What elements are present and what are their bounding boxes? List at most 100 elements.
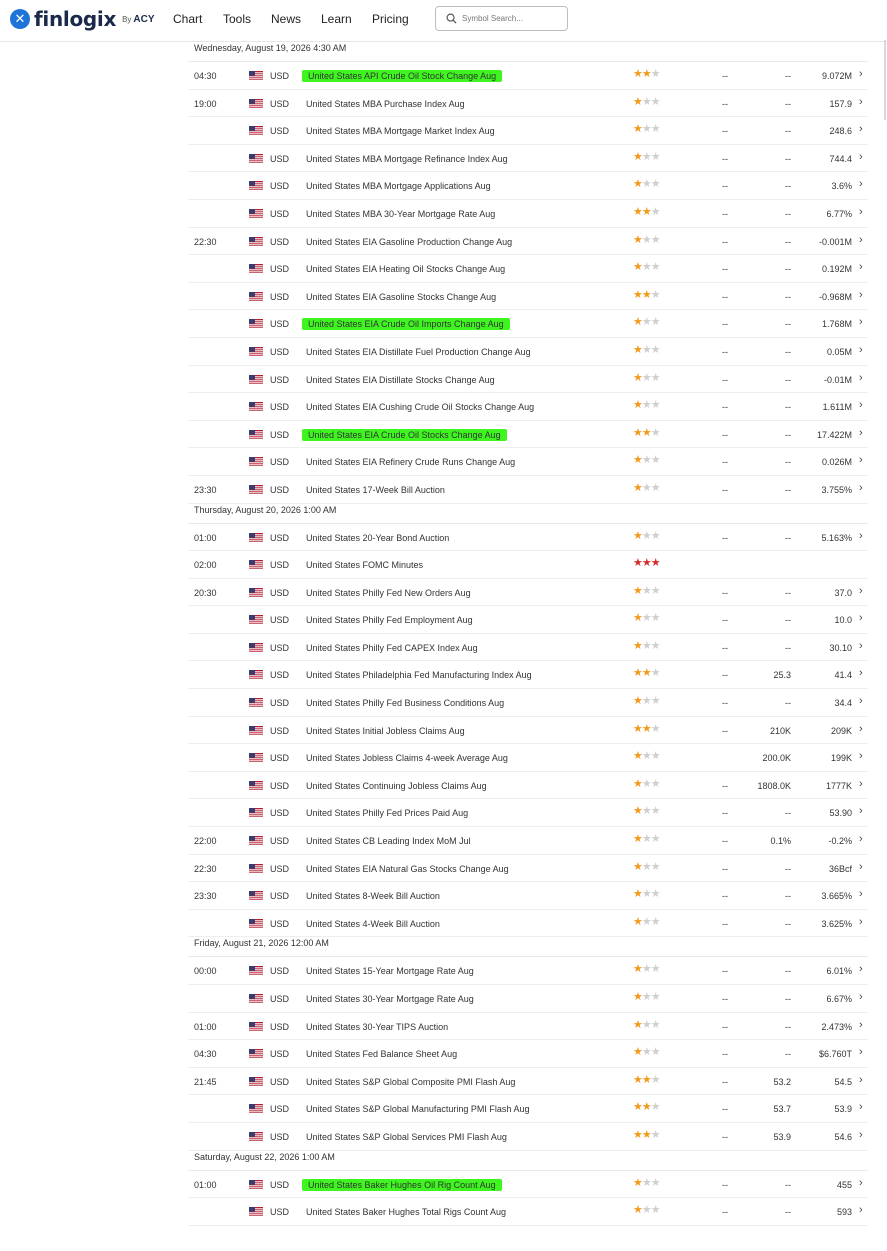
event-row[interactable]: 20:30 USD United States Philly Fed New Ord…: [188, 579, 868, 607]
event-name[interactable]: United States Continuing Jobless Claims …: [306, 780, 487, 792]
chevron-right-icon[interactable]: ›: [859, 530, 863, 542]
event-name[interactable]: United States 30-Year Mortgage Rate Aug: [306, 993, 474, 1005]
event-name[interactable]: United States Philly Fed Prices Paid Aug: [306, 807, 468, 819]
event-name[interactable]: United States 8-Week Bill Auction: [306, 890, 440, 902]
chevron-right-icon[interactable]: ›: [859, 344, 863, 356]
event-row[interactable]: USD United States MBA 30-Year Mortgage Ra…: [188, 200, 868, 228]
event-name[interactable]: United States Baker Hughes Oil Rig Count…: [302, 1178, 502, 1191]
chevron-right-icon[interactable]: ›: [859, 805, 863, 817]
event-name[interactable]: United States EIA Natural Gas Stocks Cha…: [306, 863, 509, 875]
event-name[interactable]: United States Philly Fed New Orders Aug: [306, 587, 471, 599]
event-name[interactable]: United States EIA Crude Oil Stocks Chang…: [302, 428, 507, 441]
event-name[interactable]: United States S&P Global Composite PMI F…: [306, 1076, 515, 1088]
event-row[interactable]: 02:00 USD United States FOMC Minutes ★★★: [188, 551, 868, 579]
chevron-right-icon[interactable]: ›: [859, 861, 863, 873]
chevron-right-icon[interactable]: ›: [859, 206, 863, 218]
event-row[interactable]: 00:00 USD United States 15-Year Mortgage R…: [188, 957, 868, 985]
chevron-right-icon[interactable]: ›: [859, 1074, 863, 1086]
event-name[interactable]: United States EIA Crude Oil Imports Chan…: [302, 318, 510, 331]
event-name[interactable]: United States EIA Refinery Crude Runs Ch…: [306, 456, 515, 468]
event-name[interactable]: United States Initial Jobless Claims Aug: [306, 725, 465, 737]
event-name[interactable]: United States Philadelphia Fed Manufactu…: [306, 669, 532, 681]
event-name[interactable]: United States API Crude Oil Stock Change…: [302, 70, 503, 82]
chevron-right-icon[interactable]: ›: [859, 723, 863, 735]
event-row[interactable]: 01:00 USD United States Baker Hughes Oil R…: [188, 1171, 868, 1199]
event-row[interactable]: 19:00 USD United States MBA Purchase Index…: [188, 90, 868, 118]
chevron-right-icon[interactable]: ›: [859, 454, 863, 466]
chevron-right-icon[interactable]: ›: [859, 427, 863, 439]
chevron-right-icon[interactable]: ›: [859, 991, 863, 1003]
event-row[interactable]: USD United States EIA Gasoline Stocks Cha…: [188, 283, 868, 311]
chevron-right-icon[interactable]: ›: [859, 667, 863, 679]
chevron-right-icon[interactable]: ›: [859, 151, 863, 163]
event-row[interactable]: 04:30 USD United States API Crude Oil Stoc…: [188, 62, 868, 90]
chevron-right-icon[interactable]: ›: [859, 612, 863, 624]
event-row[interactable]: USD United States MBA Mortgage Market Ind…: [188, 117, 868, 145]
chevron-right-icon[interactable]: ›: [859, 833, 863, 845]
event-name[interactable]: United States EIA Gasoline Stocks Change…: [306, 291, 496, 303]
chevron-right-icon[interactable]: ›: [859, 234, 863, 246]
event-name[interactable]: United States FOMC Minutes: [306, 559, 423, 571]
chevron-right-icon[interactable]: ›: [859, 1204, 863, 1216]
event-name[interactable]: United States EIA Distillate Fuel Produc…: [306, 346, 531, 358]
chevron-right-icon[interactable]: ›: [859, 1019, 863, 1031]
event-name[interactable]: United States CB Leading Index MoM Jul: [306, 835, 471, 847]
event-row[interactable]: 22:30 USD United States EIA Gasoline Produ…: [188, 228, 868, 256]
event-row[interactable]: 23:30 USD United States 8-Week Bill Auctio…: [188, 882, 868, 910]
nav-learn[interactable]: Learn: [321, 12, 352, 26]
event-name[interactable]: United States Baker Hughes Total Rigs Co…: [306, 1206, 506, 1218]
event-name[interactable]: United States MBA Mortgage Applications …: [306, 180, 491, 192]
event-name[interactable]: United States Fed Balance Sheet Aug: [306, 1048, 457, 1060]
nav-pricing[interactable]: Pricing: [372, 12, 409, 26]
event-row[interactable]: USD United States EIA Heating Oil Stocks …: [188, 255, 868, 283]
event-name[interactable]: United States 4-Week Bill Auction: [306, 918, 440, 930]
event-row[interactable]: 04:30 USD United States Fed Balance Sheet …: [188, 1040, 868, 1068]
event-row[interactable]: USD United States 4-Week Bill Auction ★★★ -…: [188, 910, 868, 938]
event-row[interactable]: 22:30 USD United States EIA Natural Gas St…: [188, 855, 868, 883]
event-row[interactable]: 22:00 USD United States CB Leading Index M…: [188, 827, 868, 855]
event-row[interactable]: USD United States Philly Fed Prices Paid …: [188, 799, 868, 828]
event-name[interactable]: United States S&P Global Services PMI Fl…: [306, 1131, 507, 1143]
chevron-right-icon[interactable]: ›: [859, 1046, 863, 1058]
chevron-right-icon[interactable]: ›: [859, 888, 863, 900]
event-name[interactable]: United States MBA Purchase Index Aug: [306, 98, 465, 110]
chevron-right-icon[interactable]: ›: [859, 399, 863, 411]
chevron-right-icon[interactable]: ›: [859, 695, 863, 707]
scrollbar-track[interactable]: [884, 40, 886, 120]
chevron-right-icon[interactable]: ›: [859, 963, 863, 975]
chevron-right-icon[interactable]: ›: [859, 1177, 863, 1189]
chevron-right-icon[interactable]: ›: [859, 96, 863, 108]
event-name[interactable]: United States MBA Mortgage Refinance Ind…: [306, 153, 508, 165]
event-name[interactable]: United States EIA Distillate Stocks Chan…: [306, 374, 495, 386]
event-name[interactable]: United States Philly Fed CAPEX Index Aug: [306, 642, 478, 654]
event-name[interactable]: United States 20-Year Bond Auction: [306, 532, 449, 544]
chevron-right-icon[interactable]: ›: [859, 123, 863, 135]
event-row[interactable]: USD United States Philly Fed Business Con…: [188, 689, 868, 717]
event-row[interactable]: USD United States Continuing Jobless Clai…: [188, 772, 868, 800]
event-row[interactable]: USD United States Philly Fed CAPEX Index …: [188, 634, 868, 662]
finlogix-logo[interactable]: ✕ finlogix By ACY: [10, 7, 155, 31]
event-row[interactable]: 21:45 USD United States S&P Global Composi…: [188, 1068, 868, 1096]
event-row[interactable]: USD United States EIA Refinery Crude Runs…: [188, 448, 868, 476]
event-row[interactable]: USD United States Philadelphia Fed Manufa…: [188, 661, 868, 690]
chevron-right-icon[interactable]: ›: [859, 750, 863, 762]
chevron-right-icon[interactable]: ›: [859, 261, 863, 273]
symbol-search-input[interactable]: [462, 10, 562, 27]
event-row[interactable]: USD United States MBA Mortgage Applicatio…: [188, 172, 868, 200]
event-name[interactable]: United States EIA Gasoline Production Ch…: [306, 236, 512, 248]
event-row[interactable]: USD United States EIA Crude Oil Stocks Ch…: [188, 421, 868, 449]
chevron-right-icon[interactable]: ›: [859, 372, 863, 384]
event-row[interactable]: 01:00 USD United States 30-Year TIPS Aucti…: [188, 1013, 868, 1041]
event-row[interactable]: USD United States EIA Distillate Fuel Pro…: [188, 338, 868, 366]
nav-chart[interactable]: Chart: [173, 12, 202, 26]
chevron-right-icon[interactable]: ›: [859, 289, 863, 301]
chevron-right-icon[interactable]: ›: [859, 916, 863, 928]
event-name[interactable]: United States 17-Week Bill Auction: [306, 484, 445, 496]
chevron-right-icon[interactable]: ›: [859, 640, 863, 652]
event-name[interactable]: United States Philly Fed Business Condit…: [306, 697, 504, 709]
event-name[interactable]: United States Jobless Claims 4-week Aver…: [306, 752, 508, 764]
event-name[interactable]: United States Philly Fed Employment Aug: [306, 614, 473, 626]
event-name[interactable]: United States MBA 30-Year Mortgage Rate …: [306, 208, 495, 220]
event-name[interactable]: United States MBA Mortgage Market Index …: [306, 125, 495, 137]
chevron-right-icon[interactable]: ›: [859, 778, 863, 790]
